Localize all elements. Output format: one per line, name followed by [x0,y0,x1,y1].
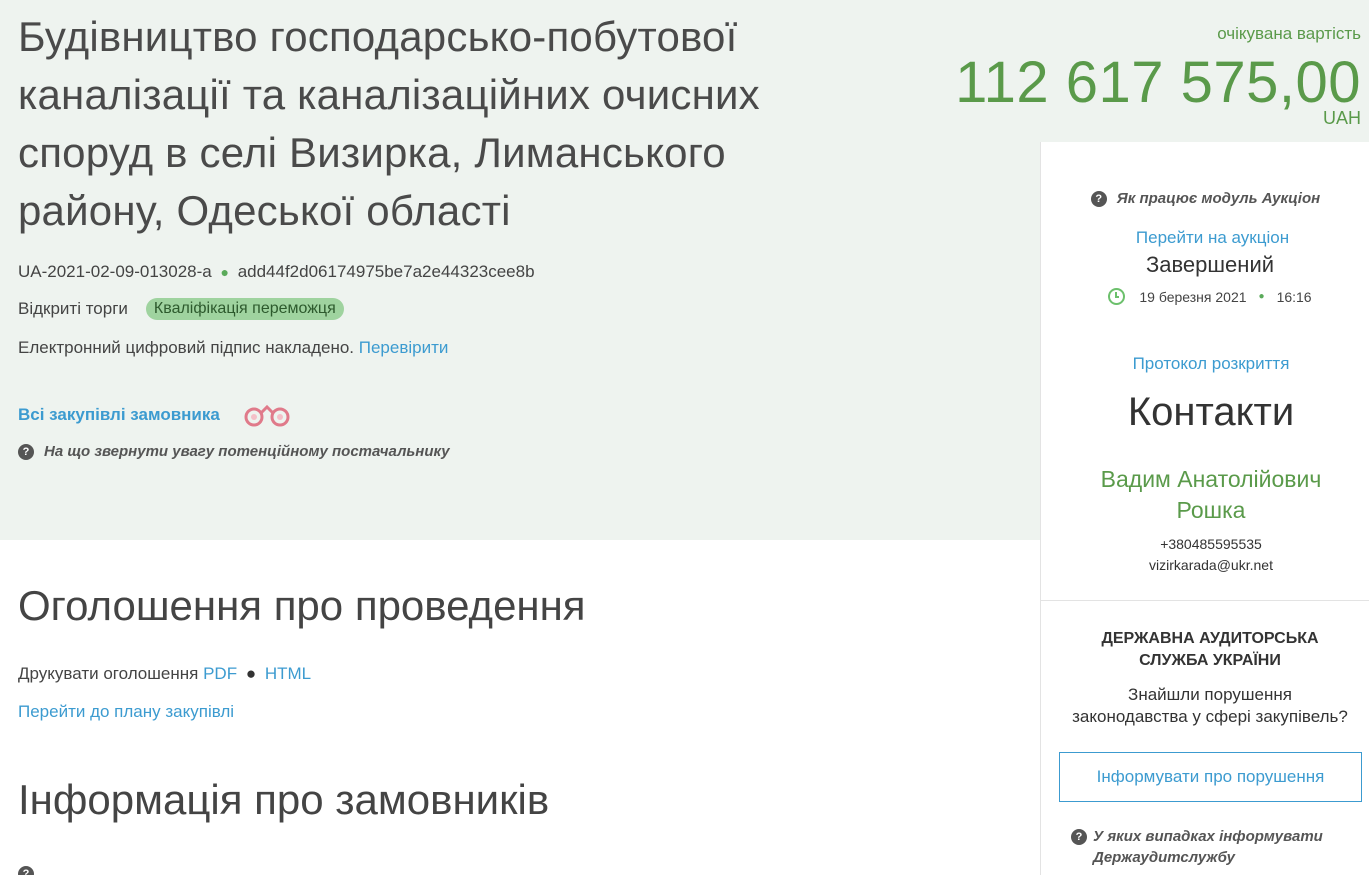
signature-text: Електронний цифровий підпис накладено. [18,338,355,357]
auction-help[interactable]: ? Як працює модуль Аукціон [1041,190,1369,207]
separator-dot: ● [245,664,257,683]
plan-link-wrap: Перейти до плану закупівлі [18,702,234,722]
supplier-attention-label: На що звернути увагу потенційному постач… [44,443,450,460]
print-announcement: Друкувати оголошення PDF ● HTML [18,664,311,684]
audit-title-line2: СЛУЖБА УКРАЇНИ [1139,652,1281,669]
audit-title: ДЕРЖАВНА АУДИТОРСЬКА СЛУЖБА УКРАЇНИ [1041,628,1369,672]
when-inform-label: У яких випадках інформувати Держаудитслу… [1093,828,1323,866]
signature-line: Електронний цифровий підпис накладено. П… [18,338,448,358]
announcement-title: Оголошення про проведення [18,582,586,629]
print-label: Друкувати оголошення [18,664,199,683]
audit-question: Знайшли порушення законодавства у сфері … [1041,684,1369,728]
tender-sidebar: ? Як працює модуль Аукціон Перейти на ау… [1040,142,1369,875]
question-icon: ? [1071,829,1087,845]
when-inform-help[interactable]: ? У яких випадках інформувати Держаудитс… [1071,826,1361,868]
auction-link-wrap: Перейти на аукціон [1041,228,1369,248]
auction-time: 16:16 [1276,288,1312,305]
supplier-attention[interactable]: ? На що звернути увагу потенційному пост… [18,443,450,460]
contact-email: vizirkarada@ukr.net [1149,557,1273,573]
protocol-link[interactable]: Протокол розкриття [1133,354,1290,373]
divider [1041,600,1369,601]
auction-datetime: 19 березня 2021 ● 16:16 [1041,288,1369,305]
contact-phone: +380485595535 [1160,536,1262,552]
price-currency: UAH [1322,108,1361,128]
protocol-wrap: Протокол розкриття [1041,354,1369,374]
contact-name: Вадим Анатолійович Рошка [1041,464,1369,526]
status-badge: Кваліфікація переможця [145,298,344,320]
price-amount: 112 617 575,00 [955,50,1361,115]
tender-id: UA-2021-02-09-013028-a [18,262,212,281]
contact-name-line2: Рошка [1176,497,1246,523]
separator-dot: ● [1258,291,1265,302]
procedure-line: Відкриті торги Кваліфікація переможця [18,298,344,320]
procurement-plan-link[interactable]: Перейти до плану закупівлі [18,702,234,721]
audit-question-line2: законодавства у сфері закупівель? [1072,707,1348,726]
price-label: очікувана вартість [1217,24,1361,43]
all-buyer-tenders-link[interactable]: Всі закупівлі замовника [18,405,220,425]
auction-help-label: Як працює модуль Аукціон [1116,190,1321,207]
separator-dot: ● [220,264,229,280]
auction-date: 19 березня 2021 [1139,288,1247,305]
procedure-type: Відкриті торги [18,299,128,318]
buyers-title: Інформація про замовників [18,776,550,823]
tender-hash: add44f2d06174975be7a2e44323cee8b [237,262,535,281]
clock-icon [1108,288,1126,305]
all-buyer-tenders: Всі закупівлі замовника [18,401,294,429]
audit-title-line1: ДЕРЖАВНА АУДИТОРСЬКА [1101,630,1319,647]
print-pdf-link[interactable]: PDF [203,664,237,683]
question-icon: ? [18,443,34,460]
report-violation-button[interactable]: Інформувати про порушення [1059,752,1362,802]
tender-title: Будівництво господарсько-побутової канал… [18,13,760,234]
contact-name-line1: Вадим Анатолійович [1100,466,1322,492]
question-icon: ? [18,866,34,875]
partial-row: ? [18,866,44,875]
auction-link[interactable]: Перейти на аукціон [1136,228,1289,247]
question-icon: ? [1090,190,1107,207]
binoculars-icon[interactable] [242,401,294,429]
auction-status: Завершений [1145,252,1275,277]
audit-question-line1: Знайшли порушення [1128,685,1292,704]
contacts-title: Контакти [1127,390,1295,434]
tender-id-line: UA-2021-02-09-013028-a ● add44f2d0617497… [18,262,535,282]
print-html-link[interactable]: HTML [265,664,311,683]
signature-check-link[interactable]: Перевірити [359,338,449,357]
